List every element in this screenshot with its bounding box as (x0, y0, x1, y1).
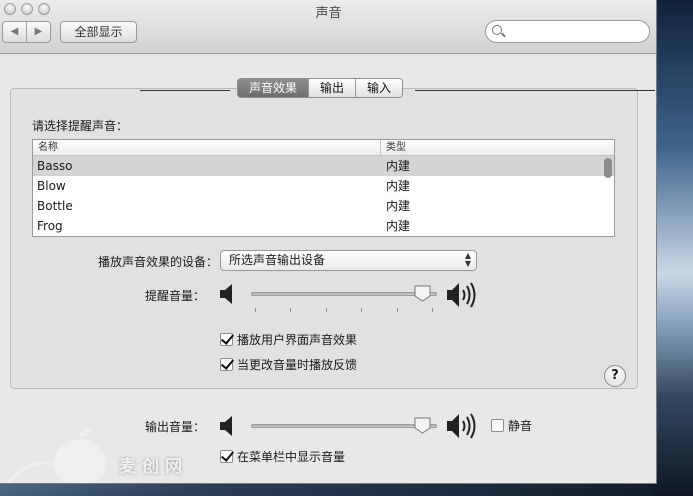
alert-sound-table: 名称 类型 Basso 内建 Blow 内建 Bottle 内建 Frog 内建 (32, 139, 615, 237)
sound-preferences-window: 声音 ◀ ▶ 全部显示 声音效果 输出 输入 请选择提醒声音： 名称 类型 Ba… (0, 0, 657, 484)
divider (415, 90, 655, 91)
search-field[interactable] (485, 20, 650, 43)
titlebar: 声音 ◀ ▶ 全部显示 (0, 0, 656, 54)
divider (140, 90, 230, 91)
show-all-button[interactable]: 全部显示 (60, 21, 137, 43)
device-select-value: 所选声音输出设备 (229, 253, 326, 267)
watermark-subtext: Mac Pc Run Macs network (118, 472, 183, 478)
back-button[interactable]: ◀ (3, 22, 26, 42)
table-scrollbar[interactable] (604, 158, 612, 178)
alert-volume-slider[interactable] (251, 285, 439, 314)
output-volume-slider[interactable] (251, 417, 439, 442)
column-header-type[interactable]: 类型 (381, 140, 406, 155)
table-row[interactable]: Bottle 内建 (33, 196, 614, 216)
search-icon (492, 25, 502, 35)
help-button[interactable]: ? (604, 365, 626, 387)
checkbox-box[interactable] (491, 419, 504, 432)
tab-input[interactable]: 输入 (355, 79, 403, 97)
sound-type: 内建 (386, 179, 411, 193)
sound-name: Bottle (37, 199, 73, 213)
checkbox-box[interactable] (220, 358, 233, 371)
speaker-high-icon (447, 413, 476, 439)
alert-volume-label: 提醒音量： (144, 289, 205, 303)
slider-track (251, 424, 437, 428)
column-header-name[interactable]: 名称 (33, 140, 381, 155)
mute-checkbox[interactable]: 静音 (491, 419, 532, 433)
feedback-checkbox[interactable]: 当更改音量时播放反馈 (220, 358, 357, 372)
menubar-volume-checkbox[interactable]: 在菜单栏中显示音量 (220, 450, 345, 464)
tab-bar: 声音效果 输出 输入 (237, 78, 404, 98)
window-title: 声音 (315, 6, 342, 21)
table-row[interactable]: Frog 内建 (33, 216, 614, 236)
table-header: 名称 类型 (33, 140, 614, 156)
desktop-wallpaper (653, 0, 693, 496)
tab-output[interactable]: 输出 (308, 79, 356, 97)
slider-ticks (255, 308, 433, 312)
nav-segment: ◀ ▶ (2, 21, 51, 43)
ui-effects-checkbox[interactable]: 播放用户界面声音效果 (220, 333, 357, 347)
device-label: 播放声音效果的设备： (97, 255, 218, 269)
device-select[interactable]: 所选声音输出设备 ▲ ▼ (220, 250, 477, 271)
search-input[interactable] (506, 23, 644, 40)
checkbox-label: 静音 (508, 419, 533, 433)
slider-knob[interactable] (414, 417, 431, 434)
slider-track (251, 292, 437, 296)
checkbox-label: 在菜单栏中显示音量 (237, 450, 346, 464)
sound-type: 内建 (386, 159, 411, 173)
alert-sound-prompt: 请选择提醒声音： (32, 119, 129, 133)
sound-type: 内建 (386, 219, 411, 233)
checkbox-label: 播放用户界面声音效果 (237, 333, 358, 347)
slider-knob[interactable] (414, 285, 431, 302)
checkbox-box[interactable] (220, 333, 233, 346)
speaker-low-icon (220, 284, 232, 304)
select-arrows-icon: ▲ ▼ (464, 251, 471, 268)
sound-name: Frog (37, 219, 63, 233)
checkbox-label: 当更改音量时播放反馈 (237, 358, 358, 372)
sound-type: 内建 (386, 199, 411, 213)
tab-sound-effects[interactable]: 声音效果 (238, 79, 309, 97)
sound-name: Basso (37, 159, 73, 173)
watermark-logo (5, 428, 106, 483)
speaker-high-icon (447, 282, 476, 308)
table-row[interactable]: Blow 内建 (33, 176, 614, 196)
table-row[interactable]: Basso 内建 (33, 156, 614, 176)
sound-name: Blow (37, 179, 66, 193)
forward-button[interactable]: ▶ (26, 22, 50, 42)
